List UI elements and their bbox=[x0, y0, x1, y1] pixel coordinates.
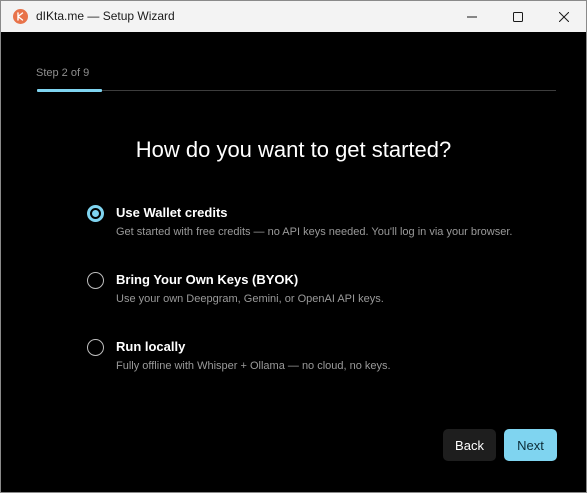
minimize-button[interactable] bbox=[449, 1, 495, 32]
option-description: Get started with free credits — no API k… bbox=[116, 226, 513, 238]
radio-wallet-credits[interactable] bbox=[87, 205, 104, 222]
title-bar[interactable]: dIKta.me — Setup Wizard bbox=[1, 1, 586, 32]
back-button[interactable]: Back bbox=[443, 429, 496, 461]
step-indicator: Step 2 of 9 bbox=[36, 67, 90, 79]
next-button[interactable]: Next bbox=[504, 429, 557, 461]
page-title: How do you want to get started? bbox=[135, 137, 452, 162]
option-description: Use your own Deepgram, Gemini, or OpenAI… bbox=[116, 293, 384, 305]
progress-track bbox=[37, 89, 556, 92]
close-button[interactable] bbox=[541, 1, 586, 32]
wizard-content: Step 2 of 9 How do you want to get start… bbox=[1, 32, 586, 492]
option-title: Bring Your Own Keys (BYOK) bbox=[116, 272, 299, 287]
option-title: Run locally bbox=[116, 339, 186, 354]
minimize-icon bbox=[467, 16, 477, 17]
radio-byok[interactable] bbox=[87, 272, 104, 289]
maximize-button[interactable] bbox=[495, 1, 541, 32]
radio-run-locally[interactable] bbox=[87, 339, 104, 356]
close-icon bbox=[559, 11, 569, 22]
setup-wizard-window: dIKta.me — Setup Wizard Step 2 of 9 How … bbox=[0, 0, 587, 493]
option-title: Use Wallet credits bbox=[116, 205, 228, 220]
option-description: Fully offline with Whisper + Ollama — no… bbox=[116, 360, 391, 372]
window-title: dIKta.me — Setup Wizard bbox=[36, 9, 175, 23]
progress-fill bbox=[37, 89, 102, 92]
maximize-icon bbox=[513, 11, 523, 22]
app-logo-icon bbox=[13, 9, 28, 24]
